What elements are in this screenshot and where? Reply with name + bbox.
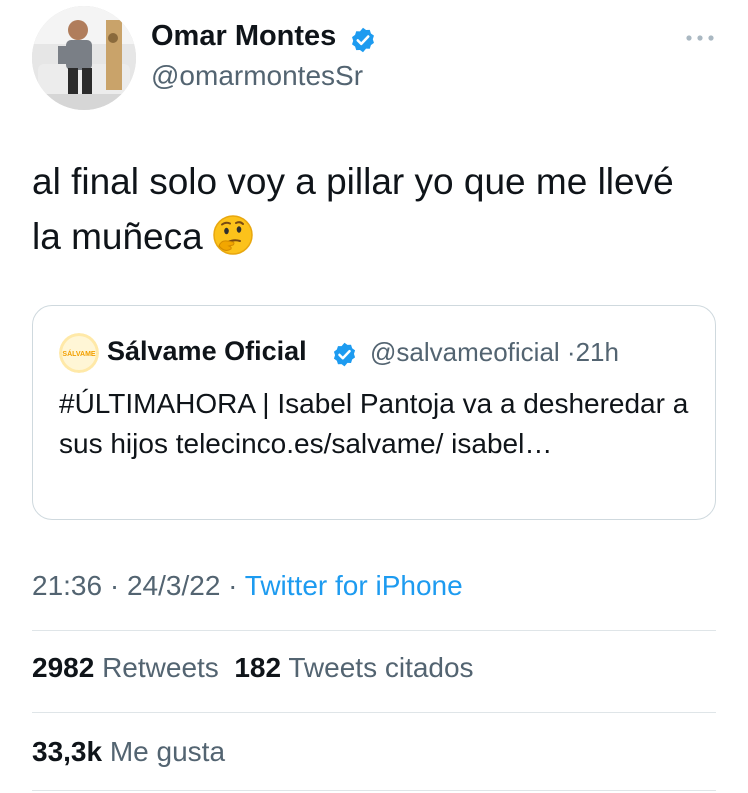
verified-badge-icon [352, 27, 374, 53]
quoted-avatar-logo-text: SÁLVAME [62, 349, 96, 358]
quoted-author-avatar[interactable]: SÁLVAME [59, 333, 99, 373]
tweet-detail: Omar Montes @omarmontesSr al final solo … [0, 0, 748, 793]
retweets-count: 2982 [32, 652, 95, 683]
quote-tweets-count: 182 [234, 652, 282, 683]
retweets-stat[interactable]: 2982 Retweets [32, 652, 219, 683]
quoted-meta: @salvameoficial ·21h [370, 337, 619, 368]
author-name[interactable]: Omar Montes [151, 20, 336, 53]
quoted-tweet-card[interactable]: SÁLVAME Sálvame Oficial @salvameoficial … [32, 305, 716, 520]
author-avatar[interactable] [32, 6, 136, 110]
tweet-text-content: al final solo voy a pillar yo que me lle… [32, 161, 674, 257]
timestamp-separator: · [109, 570, 120, 601]
divider [32, 712, 716, 713]
quoted-author-handle[interactable]: @salvameoficial [370, 337, 560, 367]
timestamp-separator: · [228, 570, 238, 601]
likes-label: Me gusta [109, 736, 226, 767]
retweets-label: Retweets [102, 652, 219, 683]
quoted-meta-separator: · [566, 337, 576, 367]
tweet-date[interactable]: 24/3/22 [127, 570, 220, 601]
thinking-face-icon [212, 215, 253, 255]
tweet-time[interactable]: 21:36 [32, 570, 102, 601]
divider [32, 630, 716, 631]
author-handle[interactable]: @omarmontesSr [151, 60, 363, 92]
verified-badge-icon [333, 342, 356, 367]
likes-count: 33,3k [32, 736, 103, 767]
timestamp-row: 21:36 · 24/3/22 · Twitter for iPhone [32, 570, 463, 602]
source-link[interactable]: Twitter for iPhone [245, 570, 463, 601]
more-options-icon[interactable] [683, 30, 717, 46]
quoted-tweet-age[interactable]: 21h [576, 337, 619, 367]
divider [32, 790, 716, 791]
engagement-stats-row: 2982 Retweets 182 Tweets citados [32, 652, 474, 684]
quoted-author-name[interactable]: Sálvame Oficial [107, 336, 307, 367]
likes-stat[interactable]: 33,3k Me gusta [32, 736, 225, 767]
quoted-tweet-text: #ÚLTIMAHORA | Isabel Pantoja va a desher… [59, 388, 689, 459]
tweet-text: al final solo voy a pillar yo que me lle… [32, 154, 712, 264]
likes-stats-row: 33,3k Me gusta [32, 736, 225, 768]
quote-tweets-stat[interactable]: 182 Tweets citados [234, 652, 473, 683]
quote-tweets-label: Tweets citados [288, 652, 474, 683]
